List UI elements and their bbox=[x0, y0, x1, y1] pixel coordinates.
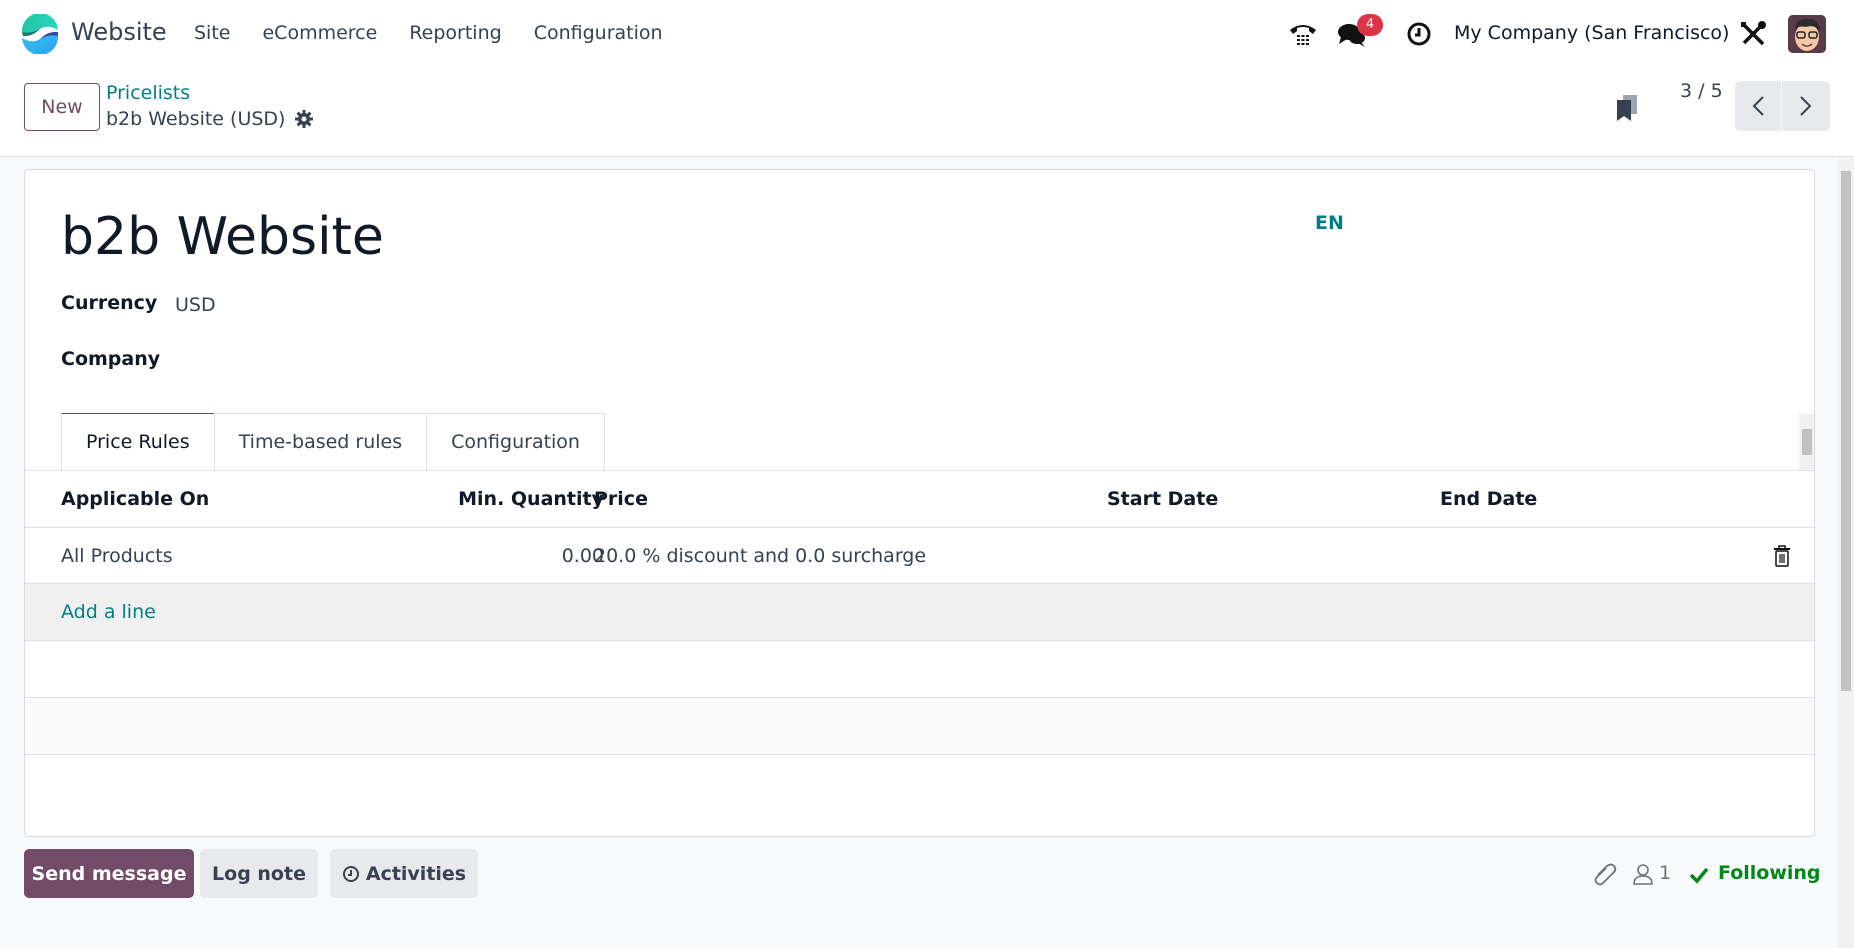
following-button[interactable]: Following bbox=[1718, 862, 1821, 884]
tabs-scrollbar[interactable] bbox=[1799, 414, 1814, 470]
breadcrumb-current: b2b Website (USD) bbox=[106, 108, 286, 130]
user-avatar-icon bbox=[1788, 15, 1826, 53]
user-avatar[interactable] bbox=[1788, 15, 1826, 53]
pager-value[interactable]: 3 / 5 bbox=[1680, 80, 1723, 102]
cell-applicable-on[interactable]: All Products bbox=[61, 528, 173, 584]
followers-icon[interactable] bbox=[1632, 863, 1654, 885]
menu-item-reporting[interactable]: Reporting bbox=[409, 22, 501, 44]
page-scrollbar[interactable] bbox=[1838, 157, 1854, 948]
currency-field[interactable]: USD bbox=[175, 294, 216, 316]
website-app-logo-icon[interactable] bbox=[20, 14, 60, 54]
table-row-empty bbox=[25, 698, 1814, 755]
language-badge[interactable]: EN bbox=[1315, 212, 1344, 234]
chevron-right-icon bbox=[1799, 96, 1811, 116]
clock-icon bbox=[342, 865, 359, 882]
currency-label: Currency bbox=[61, 292, 158, 314]
column-header-applicable-on[interactable]: Applicable On bbox=[61, 471, 209, 527]
column-header-price[interactable]: Price bbox=[594, 471, 648, 527]
app-name[interactable]: Website bbox=[71, 18, 167, 46]
new-button[interactable]: New bbox=[24, 83, 100, 131]
column-header-min-quantity[interactable]: Min. Quantity bbox=[458, 471, 604, 527]
pager-buttons bbox=[1735, 81, 1830, 131]
trash-icon[interactable] bbox=[1772, 545, 1792, 567]
tab-configuration[interactable]: Configuration bbox=[426, 413, 605, 470]
followers-count[interactable]: 1 bbox=[1659, 862, 1671, 884]
activities-button[interactable]: Activities bbox=[330, 849, 478, 898]
pricelist-name-field[interactable]: b2b Website bbox=[61, 207, 384, 267]
column-header-start-date[interactable]: Start Date bbox=[1107, 471, 1218, 527]
activity-clock-icon[interactable] bbox=[1404, 20, 1434, 48]
send-message-button[interactable]: Send message bbox=[24, 849, 194, 898]
bookmark-icon[interactable] bbox=[1615, 94, 1639, 122]
table-row[interactable]: All Products 0.00 20.0 % discount and 0.… bbox=[25, 528, 1814, 584]
top-navbar: Website Site eCommerce Reporting Configu… bbox=[0, 0, 1854, 68]
activities-label: Activities bbox=[365, 862, 467, 885]
chevron-left-icon bbox=[1752, 96, 1764, 116]
tab-time-based-rules[interactable]: Time-based rules bbox=[213, 413, 428, 470]
menu-item-site[interactable]: Site bbox=[194, 22, 230, 44]
add-line-row: Add a line bbox=[25, 584, 1814, 641]
company-field[interactable] bbox=[175, 348, 575, 374]
debug-tools-icon[interactable] bbox=[1738, 20, 1768, 48]
main-menu: Site eCommerce Reporting Configuration bbox=[194, 22, 695, 44]
tab-price-rules[interactable]: Price Rules bbox=[61, 413, 215, 470]
control-panel: New Pricelists b2b Website (USD) 3 / 5 bbox=[0, 68, 1854, 157]
table-header: Applicable On Min. Quantity Price Start … bbox=[25, 471, 1814, 528]
add-line-link[interactable]: Add a line bbox=[61, 584, 156, 640]
menu-item-configuration[interactable]: Configuration bbox=[534, 22, 663, 44]
notebook-tabs: Price Rules Time-based rules Configurati… bbox=[61, 413, 605, 470]
table-row-empty bbox=[25, 641, 1814, 698]
cell-price[interactable]: 20.0 % discount and 0.0 surcharge bbox=[594, 528, 926, 584]
company-switcher[interactable]: My Company (San Francisco) bbox=[1454, 22, 1729, 44]
log-note-button[interactable]: Log note bbox=[200, 849, 318, 898]
paperclip-icon[interactable] bbox=[1592, 861, 1618, 887]
pager-previous-button[interactable] bbox=[1735, 81, 1782, 131]
company-label: Company bbox=[61, 348, 161, 370]
breadcrumb-pricelists[interactable]: Pricelists bbox=[106, 82, 190, 104]
form-sheet: b2b Website EN Currency USD Company Pric… bbox=[24, 169, 1815, 837]
pager-next-button[interactable] bbox=[1782, 81, 1829, 131]
messages-badge: 4 bbox=[1357, 14, 1383, 36]
phone-icon[interactable] bbox=[1288, 20, 1318, 48]
page-scrollbar-thumb[interactable] bbox=[1841, 171, 1851, 691]
gear-icon[interactable] bbox=[294, 109, 314, 129]
menu-item-ecommerce[interactable]: eCommerce bbox=[262, 22, 377, 44]
check-icon bbox=[1689, 867, 1709, 884]
column-header-end-date[interactable]: End Date bbox=[1440, 471, 1537, 527]
